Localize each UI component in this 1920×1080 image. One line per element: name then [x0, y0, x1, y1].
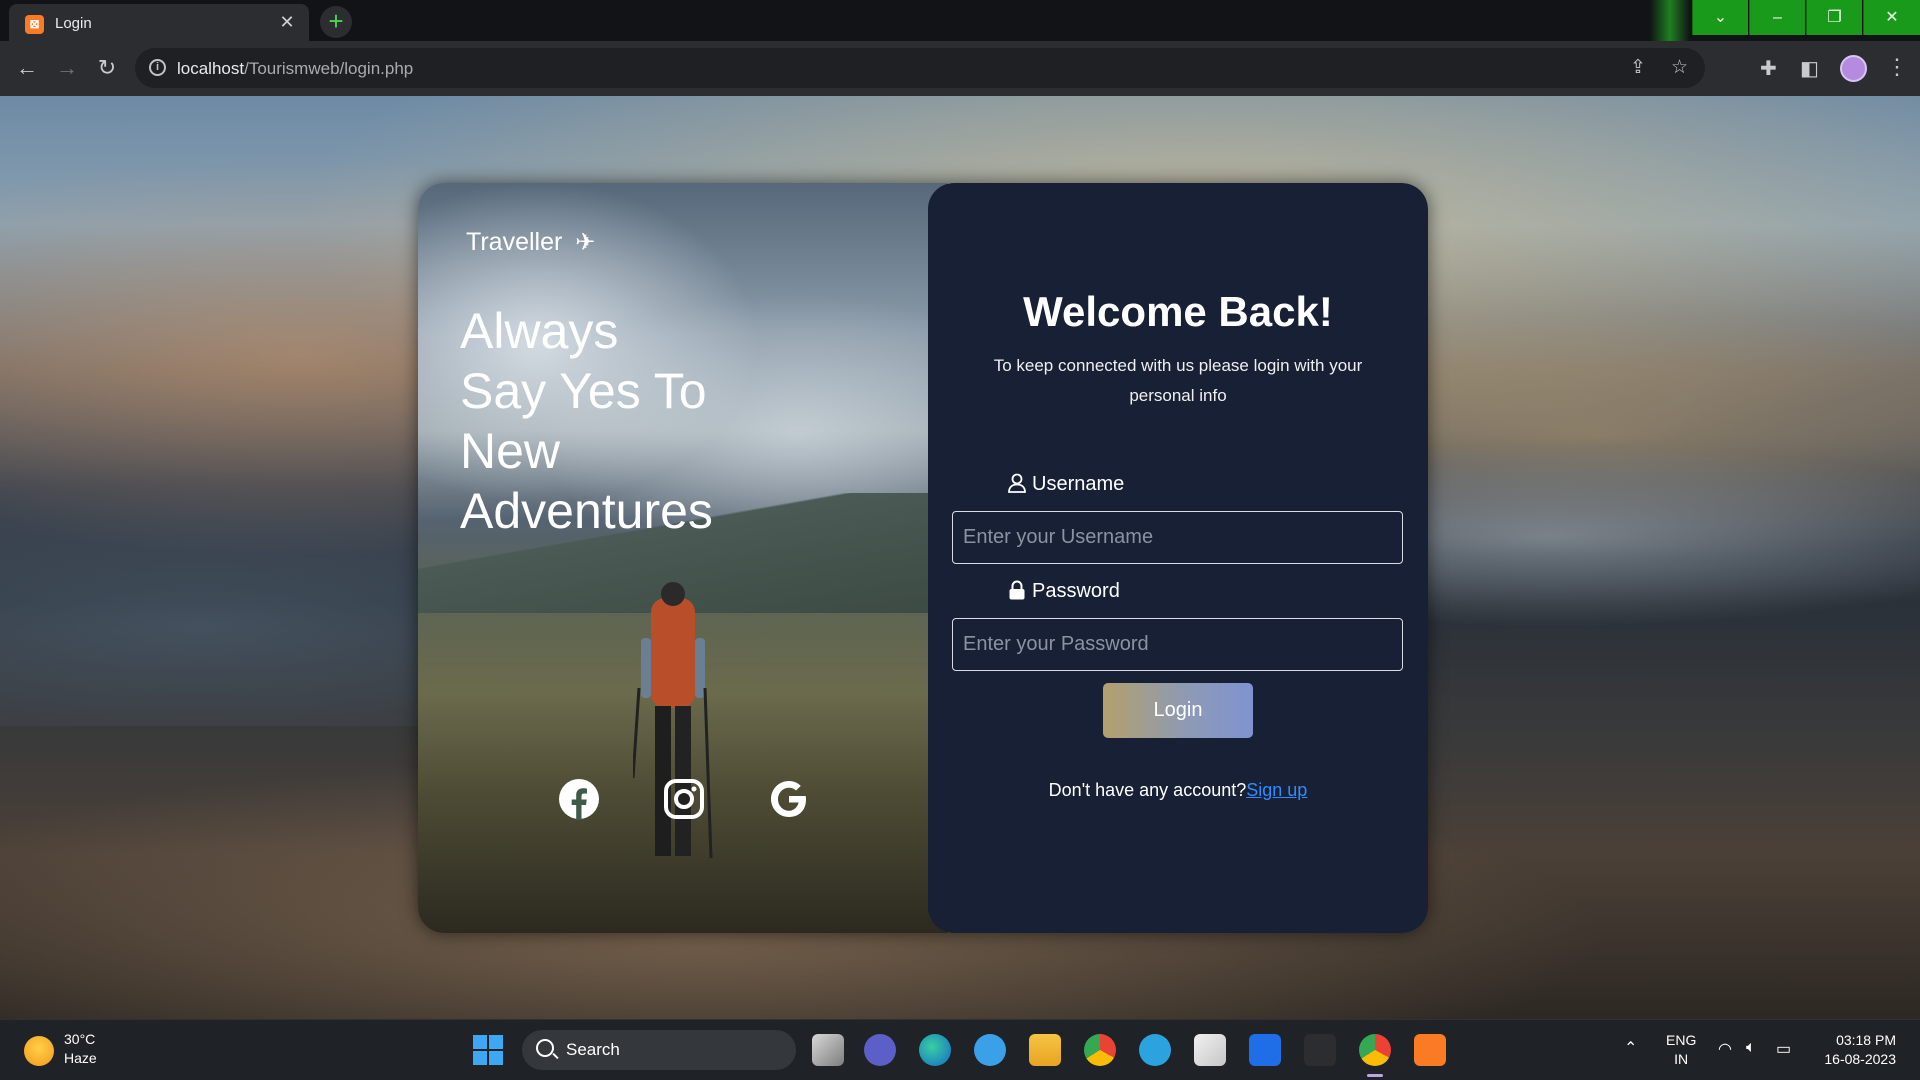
site-info-icon[interactable]: i [149, 59, 166, 76]
profile-avatar[interactable] [1840, 55, 1867, 82]
back-arrow-icon[interactable]: ← [13, 54, 41, 82]
side-panel-icon[interactable]: ◧ [1800, 56, 1819, 81]
minimize-button[interactable]: – [1749, 0, 1805, 35]
password-label-text: Password [1032, 580, 1120, 602]
weather-haze-icon[interactable] [24, 1036, 54, 1066]
share-icon[interactable]: ⇪ [1630, 56, 1646, 79]
system-clock[interactable]: 03:18 PM 16-08-2023 [1816, 1031, 1896, 1069]
windows-logo-tile [489, 1035, 503, 1049]
microsoft-store-icon[interactable] [1194, 1034, 1226, 1066]
browser-menu-icon[interactable]: ⋮ [1886, 54, 1908, 80]
restore-button[interactable]: ❐ [1806, 0, 1862, 35]
task-view-icon[interactable] [812, 1034, 844, 1066]
login-subtitle: To keep connected with us please login w… [993, 356, 1363, 405]
extensions-puzzle-icon[interactable]: ✚ [1760, 56, 1777, 81]
signup-link[interactable]: Sign up [1246, 780, 1307, 800]
login-panel: Welcome Back! To keep connected with us … [928, 183, 1428, 933]
login-button[interactable]: Login [1103, 683, 1253, 738]
hero-tagline: Always Say Yes To New Adventures [460, 301, 790, 541]
weather-condition: Haze [64, 1050, 97, 1066]
url-host: localhost [177, 59, 245, 78]
username-label: Username [1008, 473, 1124, 496]
search-icon [536, 1039, 554, 1057]
url-path: /Tourismweb/login.php [244, 59, 414, 78]
search-label: Search [566, 1040, 620, 1059]
windows-logo-tile [489, 1051, 503, 1065]
instagram-icon[interactable] [663, 778, 705, 820]
telegram-icon[interactable] [1139, 1034, 1171, 1066]
clock-date: 16-08-2023 [1824, 1051, 1896, 1067]
browser-toolbar: ← → ↻ i localhost/Tourismweb/login.php ⇪… [0, 41, 1920, 137]
chrome-icon[interactable] [1084, 1034, 1116, 1066]
no-account-text: Don't have any account? [1048, 780, 1247, 800]
teams-chat-icon[interactable] [864, 1034, 896, 1066]
bookmark-star-icon[interactable]: ☆ [1671, 56, 1688, 79]
wifi-icon[interactable]: ◠ [1718, 1039, 1732, 1059]
windows-logo-tile [473, 1035, 487, 1049]
browser-tab[interactable]: ⊠ Login ✕ [9, 4, 309, 41]
new-tab-button[interactable]: + [320, 6, 352, 38]
region-code: IN [1674, 1051, 1689, 1067]
user-icon [1008, 473, 1026, 493]
google-icon[interactable] [768, 778, 810, 820]
url-text[interactable]: localhost/Tourismweb/login.php [177, 59, 413, 79]
page-background: Traveller ✈ Always Say Yes To New Advent… [0, 96, 1920, 1019]
password-label: Password [1008, 580, 1120, 603]
tagline-line: Say Yes To [460, 363, 707, 419]
language-code: ENG [1666, 1032, 1697, 1048]
taskbar-search[interactable]: Search [522, 1030, 796, 1070]
browser-tab-strip: ⊠ Login ✕ + ⌄ – ❐ ✕ [0, 0, 1920, 41]
username-input[interactable] [952, 511, 1403, 564]
tab-close-icon[interactable]: ✕ [277, 12, 297, 33]
tagline-line: Always [460, 303, 619, 359]
tab-title: Login [55, 15, 92, 32]
file-explorer-icon[interactable] [1029, 1034, 1061, 1066]
chrome-profile-icon[interactable] [1359, 1034, 1391, 1077]
wallpaper-glow [1650, 0, 1690, 41]
dropbox-icon[interactable] [1249, 1034, 1281, 1066]
forward-arrow-icon[interactable]: → [53, 54, 81, 82]
xampp-icon[interactable] [1414, 1034, 1446, 1066]
reload-icon[interactable]: ↻ [93, 54, 121, 82]
hiker-image [633, 582, 713, 859]
clock-time: 03:18 PM [1836, 1032, 1896, 1048]
show-hidden-icons-chevron-icon[interactable]: ⌃ [1624, 1038, 1637, 1058]
windows-taskbar: 30°C Haze Search ⌃ ENG IN ◠ 🔈︎ ▭ 03:18 P… [0, 1019, 1920, 1080]
language-indicator[interactable]: ENG IN [1666, 1031, 1696, 1069]
lock-icon [1009, 580, 1025, 600]
windows-logo-tile [473, 1051, 487, 1065]
facebook-icon[interactable] [558, 778, 600, 820]
airplane-icon: ✈ [575, 229, 596, 256]
close-window-button[interactable]: ✕ [1863, 0, 1920, 35]
start-button[interactable] [473, 1035, 503, 1065]
tab-search-button[interactable]: ⌄ [1692, 0, 1748, 35]
signup-prompt: Don't have any account?Sign up [928, 780, 1428, 801]
brand-logo: Traveller ✈ [466, 228, 595, 257]
get-help-icon[interactable] [974, 1034, 1006, 1066]
username-label-text: Username [1032, 473, 1125, 495]
pulse-app-icon[interactable] [1304, 1034, 1336, 1066]
battery-icon[interactable]: ▭ [1776, 1039, 1791, 1059]
brand-name: Traveller [466, 228, 563, 256]
password-input[interactable] [952, 618, 1403, 671]
tagline-line: Adventures [460, 483, 713, 539]
weather-temperature: 30°C [64, 1031, 96, 1047]
hero-panel: Traveller ✈ Always Say Yes To New Advent… [418, 183, 948, 933]
login-card: Traveller ✈ Always Say Yes To New Advent… [418, 183, 1428, 933]
xampp-favicon-icon: ⊠ [25, 15, 44, 34]
login-title: Welcome Back! [1023, 288, 1333, 335]
tagline-line: New [460, 423, 561, 479]
social-links [558, 778, 818, 822]
edge-browser-icon[interactable] [919, 1034, 951, 1066]
weather-widget[interactable]: 30°C Haze [64, 1030, 97, 1068]
address-bar[interactable]: i localhost/Tourismweb/login.php ⇪ ☆ [135, 48, 1705, 88]
volume-icon[interactable]: 🔈︎ [1746, 1039, 1756, 1057]
